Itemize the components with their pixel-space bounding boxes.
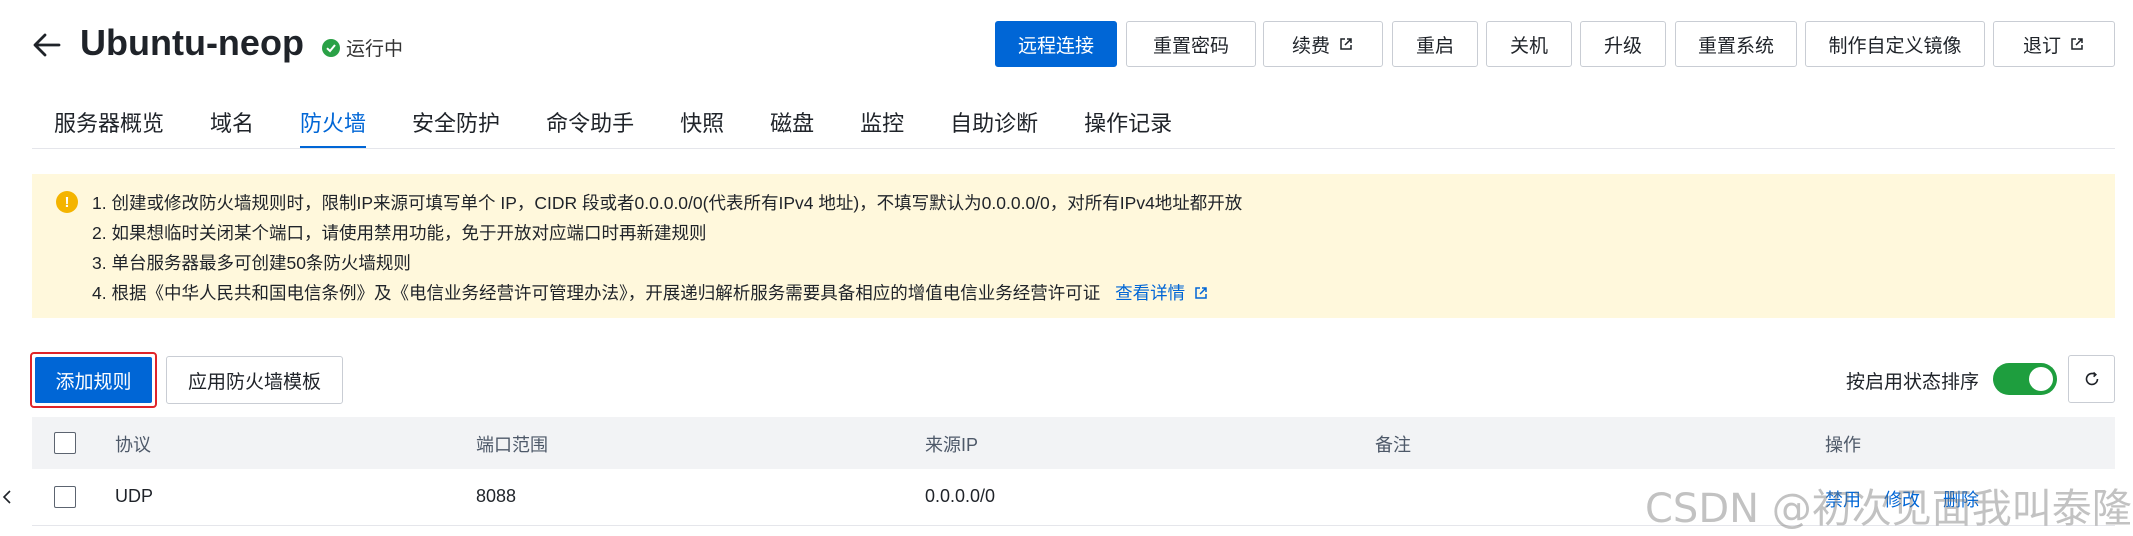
- select-all-checkbox[interactable]: [54, 432, 76, 454]
- tab-snapshot[interactable]: 快照: [657, 108, 747, 148]
- upgrade-button[interactable]: 升级: [1580, 21, 1666, 67]
- external-link-icon: [2069, 36, 2085, 52]
- header-source-ip: 来源IP: [925, 435, 979, 455]
- add-rule-label: 添加规则: [55, 371, 132, 393]
- add-rule-highlight: 添加规则: [30, 352, 157, 408]
- upgrade-label: 升级: [1603, 35, 1642, 57]
- refresh-icon: [2085, 371, 2098, 386]
- chevron-left-icon: [2, 490, 11, 504]
- notice-line-4: 4. 根据《中华人民共和国电信条例》及《电信业务经营许可管理办法》，开展递归解析…: [92, 280, 1209, 305]
- renew-label: 续费: [1291, 35, 1330, 57]
- check-circle-icon: [322, 38, 340, 57]
- sort-by-status-label: 按启用状态排序: [1846, 372, 1980, 393]
- refund-label: 退订: [2022, 35, 2061, 57]
- apply-template-button[interactable]: 应用防火墙模板: [166, 356, 343, 404]
- row-checkbox[interactable]: [54, 486, 76, 508]
- cell-port-range: 8088: [476, 486, 517, 506]
- tab-firewall[interactable]: 防火墙: [277, 108, 389, 149]
- header-actions: 操作: [1825, 435, 1861, 455]
- tab-disk[interactable]: 磁盘: [747, 108, 837, 148]
- toggle-knob: [2029, 367, 2053, 391]
- cell-source-ip: 0.0.0.0/0: [925, 486, 996, 506]
- warning-icon: !: [56, 191, 78, 213]
- reset-password-button[interactable]: 重置密码: [1126, 21, 1256, 67]
- tab-server-overview[interactable]: 服务器概览: [32, 108, 187, 148]
- notice-line-2: 2. 如果想临时关闭某个端口，请使用禁用功能，免于开放对应端口时再新建规则: [92, 223, 707, 243]
- refresh-button[interactable]: [2068, 355, 2115, 403]
- back-button[interactable]: [30, 28, 64, 62]
- tab-domain[interactable]: 域名: [187, 108, 277, 148]
- custom-image-button[interactable]: 制作自定义镜像: [1805, 21, 1985, 67]
- table-header: 协议 端口范围 来源IP 备注 操作: [32, 417, 2115, 469]
- view-details-link[interactable]: 查看详情: [1115, 280, 1209, 305]
- status-text: 运行中: [346, 39, 404, 60]
- reset-password-label: 重置密码: [1152, 35, 1229, 57]
- external-link-icon: [1193, 285, 1209, 301]
- refund-button[interactable]: 退订: [1993, 21, 2115, 67]
- apply-template-label: 应用防火墙模板: [187, 371, 321, 393]
- view-details-label: 查看详情: [1115, 283, 1186, 303]
- tab-divider: [32, 148, 2115, 149]
- header-remark: 备注: [1375, 435, 1411, 455]
- cell-protocol: UDP: [115, 486, 154, 506]
- restart-label: 重启: [1415, 35, 1454, 57]
- watermark: CSDN @初次见面我叫泰隆: [1645, 486, 2132, 532]
- tab-self-diagnosis[interactable]: 自助诊断: [927, 108, 1061, 148]
- tab-security[interactable]: 安全防护: [389, 108, 523, 148]
- sidebar-collapse-button[interactable]: [0, 480, 14, 514]
- external-link-icon: [1338, 36, 1354, 52]
- shutdown-label: 关机: [1509, 35, 1548, 57]
- tab-monitor[interactable]: 监控: [837, 108, 927, 148]
- notice-line-3: 3. 单台服务器最多可创建50条防火墙规则: [92, 253, 411, 273]
- remote-connect-button[interactable]: 远程连接: [995, 21, 1117, 67]
- reset-system-button[interactable]: 重置系统: [1675, 21, 1797, 67]
- notice-line-4-text: 4. 根据《中华人民共和国电信条例》及《电信业务经营许可管理办法》，开展递归解析…: [92, 283, 1101, 303]
- tab-bar: 服务器概览 域名 防火墙 安全防护 命令助手 快照 磁盘 监控 自助诊断 操作记…: [32, 108, 1195, 149]
- header-protocol: 协议: [115, 435, 151, 455]
- add-rule-button[interactable]: 添加规则: [35, 357, 152, 403]
- status-badge: 运行中: [322, 34, 403, 61]
- renew-button[interactable]: 续费: [1263, 21, 1383, 67]
- tab-operation-log[interactable]: 操作记录: [1061, 108, 1195, 148]
- custom-image-label: 制作自定义镜像: [1828, 35, 1962, 57]
- restart-button[interactable]: 重启: [1392, 21, 1478, 67]
- header-port-range: 端口范围: [476, 435, 548, 455]
- firewall-notice: ! 1. 创建或修改防火墙规则时，限制IP来源可填写单个 IP，CIDR 段或者…: [32, 174, 2115, 318]
- sort-by-status-toggle[interactable]: [1993, 363, 2057, 395]
- shutdown-button[interactable]: 关机: [1486, 21, 1572, 67]
- tab-command-helper[interactable]: 命令助手: [523, 108, 657, 148]
- reset-system-label: 重置系统: [1697, 35, 1774, 57]
- notice-line-1: 1. 创建或修改防火墙规则时，限制IP来源可填写单个 IP，CIDR 段或者0.…: [92, 193, 1243, 213]
- arrow-left-icon: [33, 33, 61, 57]
- remote-connect-label: 远程连接: [1017, 35, 1094, 57]
- page-title: Ubuntu-neop: [80, 22, 304, 63]
